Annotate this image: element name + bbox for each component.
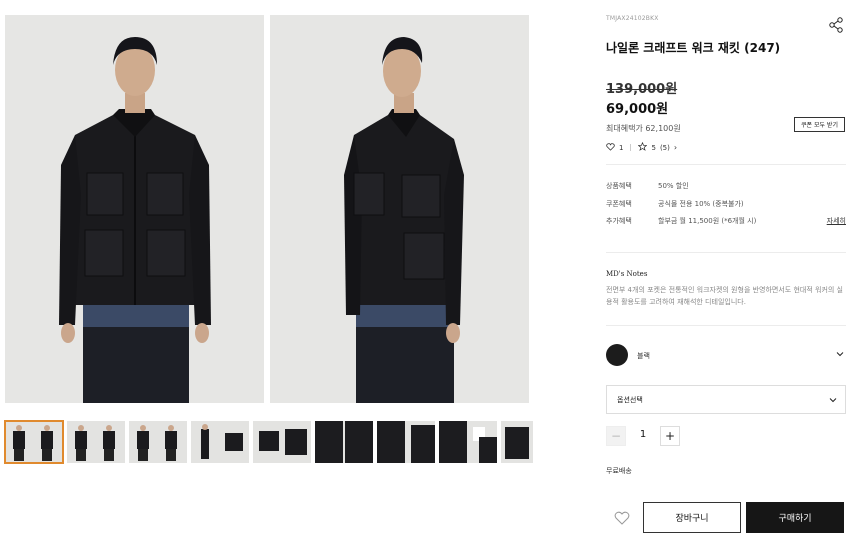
- divider: [606, 252, 846, 253]
- product-code: TMJAX24102BKX: [606, 15, 659, 22]
- increase-quantity-button[interactable]: +: [660, 426, 680, 446]
- divider: [630, 144, 632, 151]
- quantity-value: 1: [639, 429, 647, 440]
- benefit-value: 공식몰 전용 10% (중복불가): [658, 200, 744, 208]
- heart-icon[interactable]: [606, 142, 615, 153]
- original-price: 139,000원: [606, 82, 678, 97]
- chevron-down-icon: [829, 398, 837, 403]
- thumbnail-strip: [4, 420, 533, 465]
- chevron-right-icon[interactable]: ›: [674, 143, 677, 152]
- color-selector[interactable]: 블랙: [606, 343, 846, 367]
- benefit-value: 50% 할인: [658, 182, 689, 190]
- review-count[interactable]: (5): [660, 144, 670, 152]
- product-image-side[interactable]: [270, 15, 529, 403]
- md-notes-text: 전면부 4개의 포켓은 전통적인 워크자켓의 원형을 반영하면서도 현대적 워커…: [606, 286, 843, 306]
- wishlist-heart-icon[interactable]: [614, 510, 630, 526]
- shipping-info: 무료배송: [606, 467, 632, 475]
- product-title: 나일론 크래프트 워크 재킷 (247): [606, 41, 781, 55]
- benefit-label: 쿠폰혜택: [606, 200, 632, 208]
- md-notes-title: MD's Notes: [606, 270, 648, 278]
- thumbnail[interactable]: [191, 421, 249, 463]
- thumbnail[interactable]: [129, 421, 187, 463]
- like-count: 1: [619, 143, 624, 152]
- max-benefit-price: 최대혜택가 62,100원: [606, 124, 681, 133]
- get-all-coupons-button[interactable]: 쿠폰 모두 받기: [794, 117, 845, 132]
- thumbnail[interactable]: [377, 421, 435, 463]
- thumbnail[interactable]: [439, 421, 497, 463]
- color-swatch: [606, 344, 628, 366]
- benefit-value: 할부금 월 11,500원 (*6개월 시): [658, 217, 757, 225]
- buy-now-button[interactable]: 구매하기: [746, 502, 844, 533]
- thumbnail[interactable]: [253, 421, 311, 463]
- thumbnail[interactable]: [67, 421, 125, 463]
- divider: [606, 325, 846, 326]
- benefit-label: 추가혜택: [606, 217, 632, 225]
- add-to-cart-button[interactable]: 장바구니: [643, 502, 741, 533]
- rating-value: 5: [651, 143, 656, 152]
- divider: [606, 164, 846, 165]
- option-select-label: 옵션선택: [617, 396, 643, 404]
- details-link[interactable]: 자세히: [827, 216, 846, 226]
- color-name: 블랙: [637, 352, 650, 360]
- decrease-quantity-button[interactable]: −: [606, 426, 626, 446]
- share-icon[interactable]: [828, 17, 844, 33]
- product-image-front[interactable]: [5, 15, 264, 403]
- option-select[interactable]: 옵션선택: [606, 385, 846, 414]
- chevron-down-icon: [836, 352, 844, 357]
- thumbnail[interactable]: [501, 421, 533, 463]
- thumbnail[interactable]: [315, 421, 373, 463]
- sale-price: 69,000원: [606, 102, 669, 117]
- product-stats: 1 5 (5) ›: [606, 141, 677, 153]
- benefit-label: 상품혜택: [606, 182, 632, 190]
- thumbnail[interactable]: [4, 420, 64, 464]
- star-icon: [638, 141, 648, 153]
